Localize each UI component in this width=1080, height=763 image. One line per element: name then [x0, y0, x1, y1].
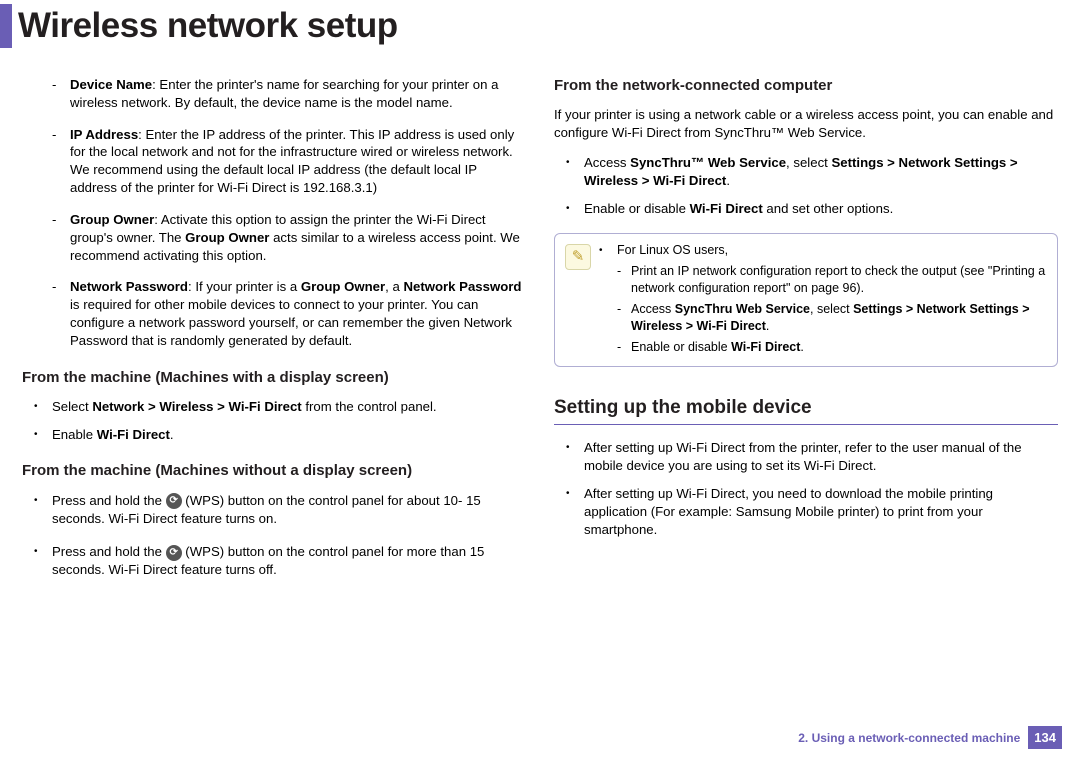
- note-content: • For Linux OS users, - Print an IP netw…: [599, 242, 1047, 355]
- def-network-password: - Network Password: If your printer is a…: [22, 278, 526, 349]
- bullet-text: After setting up Wi-Fi Direct from the p…: [584, 439, 1058, 475]
- def-group-owner: - Group Owner: Activate this option to a…: [22, 211, 526, 264]
- note-box: ✎ • For Linux OS users, - Print an IP ne…: [554, 233, 1058, 366]
- heading-mobile-device: Setting up the mobile device: [554, 395, 1058, 426]
- bullet-icon: •: [34, 426, 52, 444]
- def-device-name: - Device Name: Enter the printer's name …: [22, 76, 526, 112]
- bullet-icon: •: [34, 543, 52, 579]
- bullet-text: After setting up Wi-Fi Direct, you need …: [584, 485, 1058, 538]
- heading-machine-display: From the machine (Machines with a displa…: [22, 368, 526, 388]
- left-column: - Device Name: Enter the printer's name …: [22, 76, 526, 589]
- note-sub-text: Access SyncThru Web Service, select Sett…: [631, 301, 1047, 335]
- def-text: Group Owner: Activate this option to ass…: [70, 211, 526, 264]
- page-number: 134: [1028, 726, 1062, 749]
- bullet-icon: •: [599, 242, 617, 259]
- note-icon-wrap: ✎: [565, 242, 599, 355]
- footer: 2. Using a network-connected machine 134: [798, 726, 1062, 749]
- note-sub-text: Enable or disable Wi-Fi Direct.: [631, 339, 804, 356]
- note-sub-3: - Enable or disable Wi-Fi Direct.: [599, 339, 1047, 356]
- bullet-icon: •: [566, 200, 584, 218]
- dash-icon: -: [52, 211, 70, 264]
- bullet-select-network: • Select Network > Wireless > Wi-Fi Dire…: [22, 398, 526, 416]
- bullet-icon: •: [566, 485, 584, 538]
- note-sub-text: Print an IP network configuration report…: [631, 263, 1047, 297]
- wps-icon: ⟳: [166, 493, 182, 509]
- bullet-enable-disable: • Enable or disable Wi-Fi Direct and set…: [554, 200, 1058, 218]
- note-head: • For Linux OS users,: [599, 242, 1047, 259]
- right-column: From the network-connected computer If y…: [554, 76, 1058, 589]
- bullet-text: Access SyncThru™ Web Service, select Set…: [584, 154, 1058, 190]
- def-text: Device Name: Enter the printer's name fo…: [70, 76, 526, 112]
- footer-chapter: 2. Using a network-connected machine: [798, 731, 1020, 745]
- def-text: IP Address: Enter the IP address of the …: [70, 126, 526, 197]
- title-accent: [0, 4, 12, 48]
- bullet-icon: •: [566, 154, 584, 190]
- bullet-mobile-2: • After setting up Wi-Fi Direct, you nee…: [554, 485, 1058, 538]
- dash-icon: -: [617, 339, 631, 356]
- note-sub-2: - Access SyncThru Web Service, select Se…: [599, 301, 1047, 335]
- heading-network-computer: From the network-connected computer: [554, 76, 1058, 96]
- bullet-icon: •: [566, 439, 584, 475]
- heading-machine-nodisplay: From the machine (Machines without a dis…: [22, 461, 526, 481]
- page-title: Wireless network setup: [18, 6, 398, 46]
- wps-icon: ⟳: [166, 545, 182, 561]
- bullet-wps-on: • Press and hold the ⟳ (WPS) button on t…: [22, 492, 526, 528]
- note-sub-1: - Print an IP network configuration repo…: [599, 263, 1047, 297]
- dash-icon: -: [52, 278, 70, 349]
- bullet-text: Press and hold the ⟳ (WPS) button on the…: [52, 543, 526, 579]
- def-text: Network Password: If your printer is a G…: [70, 278, 526, 349]
- note-icon: ✎: [565, 244, 591, 270]
- title-bar: Wireless network setup: [0, 0, 1080, 48]
- bullet-icon: •: [34, 398, 52, 416]
- note-head-text: For Linux OS users,: [617, 242, 1047, 259]
- intro-text: If your printer is using a network cable…: [554, 106, 1058, 142]
- bullet-text: Enable Wi-Fi Direct.: [52, 426, 526, 444]
- dash-icon: -: [617, 263, 631, 297]
- bullet-text: Press and hold the ⟳ (WPS) button on the…: [52, 492, 526, 528]
- bullet-text: Select Network > Wireless > Wi-Fi Direct…: [52, 398, 526, 416]
- bullet-text: Enable or disable Wi-Fi Direct and set o…: [584, 200, 1058, 218]
- bullet-icon: •: [34, 492, 52, 528]
- bullet-wps-off: • Press and hold the ⟳ (WPS) button on t…: [22, 543, 526, 579]
- def-ip-address: - IP Address: Enter the IP address of th…: [22, 126, 526, 197]
- bullet-access-syncthru: • Access SyncThru™ Web Service, select S…: [554, 154, 1058, 190]
- dash-icon: -: [52, 76, 70, 112]
- content-columns: - Device Name: Enter the printer's name …: [0, 76, 1080, 589]
- dash-icon: -: [617, 301, 631, 335]
- bullet-mobile-1: • After setting up Wi-Fi Direct from the…: [554, 439, 1058, 475]
- dash-icon: -: [52, 126, 70, 197]
- bullet-enable-wifi: • Enable Wi-Fi Direct.: [22, 426, 526, 444]
